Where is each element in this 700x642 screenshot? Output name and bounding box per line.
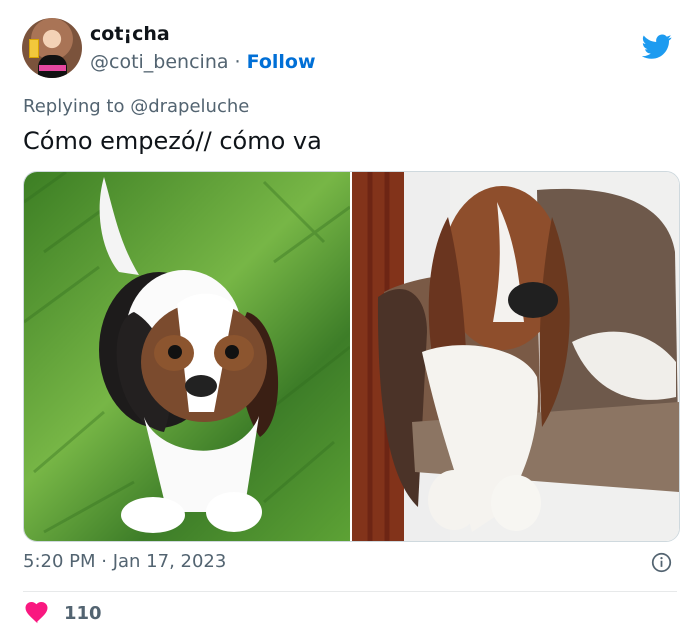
- info-icon[interactable]: [651, 552, 672, 573]
- avatar-drink-glass: [29, 39, 39, 58]
- adult-basset-hound-photo[interactable]: [352, 172, 679, 541]
- heart-icon[interactable]: [25, 602, 50, 624]
- tweet-text: Cómo empezó// cómo va: [23, 127, 322, 155]
- basset-hound-puppy-photo[interactable]: [24, 172, 350, 541]
- basset-hound-puppy-illustration: [24, 172, 350, 534]
- like-count[interactable]: 110: [64, 602, 102, 626]
- tweet-header: cot¡cha @coti_bencina · Follow: [22, 16, 682, 80]
- reply-prefix: Replying to: [23, 96, 131, 117]
- adult-basset-hound-illustration: [352, 172, 679, 541]
- avatar-pink-band: [39, 65, 66, 71]
- reply-mention-link[interactable]: @drapeluche: [130, 96, 249, 117]
- twitter-bird-icon[interactable]: [642, 34, 672, 60]
- tweet-timestamp[interactable]: 5:20 PM · Jan 17, 2023: [23, 550, 226, 574]
- handle-separator: ·: [228, 51, 247, 73]
- avatar[interactable]: [22, 18, 82, 78]
- handle-line: @coti_bencina · Follow: [90, 51, 316, 73]
- tweet-media[interactable]: [23, 171, 680, 542]
- reply-context: Replying to @drapeluche: [23, 96, 249, 118]
- follow-button[interactable]: Follow: [247, 51, 316, 73]
- tweet-card: cot¡cha @coti_bencina · Follow Replying …: [0, 0, 700, 642]
- tweet-divider: [23, 591, 677, 592]
- display-name[interactable]: cot¡cha: [90, 23, 170, 45]
- user-handle[interactable]: @coti_bencina: [90, 51, 229, 73]
